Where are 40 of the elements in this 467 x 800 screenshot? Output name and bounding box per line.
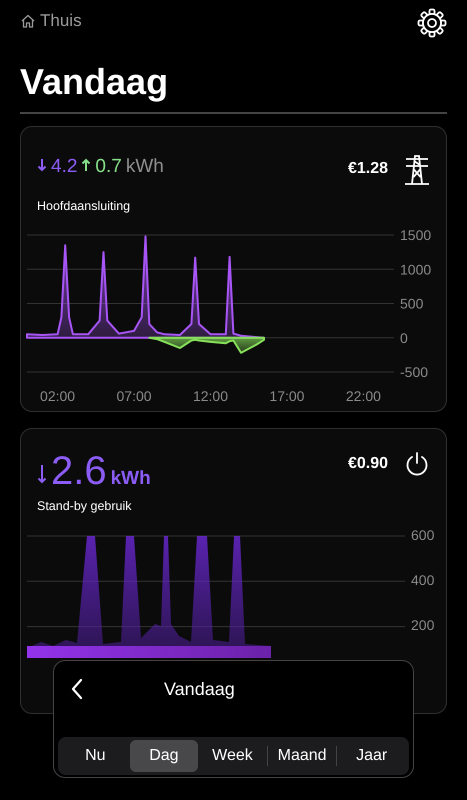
price-label: €0.90 bbox=[348, 454, 388, 474]
axis-label: 17:00 bbox=[269, 388, 304, 404]
axis-label: 22:00 bbox=[346, 388, 381, 404]
axis-label: 02:00 bbox=[40, 388, 76, 404]
period-tab[interactable]: Maand bbox=[268, 740, 336, 772]
axis-label: -500 bbox=[400, 364, 428, 380]
home-icon bbox=[20, 12, 36, 29]
card-label: Stand-by gebruik bbox=[37, 498, 133, 516]
back-icon bbox=[70, 678, 84, 700]
arrow-down-icon bbox=[37, 464, 47, 484]
period-tab[interactable]: Week bbox=[198, 740, 267, 772]
axis-label: 500 bbox=[400, 295, 424, 312]
axis-label: 0 bbox=[400, 330, 408, 346]
power-pylon-icon bbox=[404, 152, 430, 185]
period-tab[interactable]: Jaar bbox=[337, 740, 406, 772]
axis-label: 400 bbox=[411, 571, 434, 590]
back-button[interactable] bbox=[70, 678, 84, 700]
unit-label: kWh bbox=[110, 466, 151, 491]
settings-icon bbox=[417, 8, 447, 38]
price-label: €1.28 bbox=[348, 158, 388, 179]
axis-label: 1500 bbox=[400, 226, 432, 243]
axis-label: 07:00 bbox=[116, 388, 152, 404]
import-value: 4.2 bbox=[51, 154, 78, 179]
arrow-up-icon bbox=[81, 158, 92, 172]
axis-label: 12:00 bbox=[192, 388, 228, 404]
card-label: Hoofdaansluiting bbox=[37, 198, 132, 216]
axis-label: 200 bbox=[411, 616, 434, 634]
settings-button[interactable] bbox=[417, 8, 447, 38]
export-value: 0.7 bbox=[95, 154, 122, 179]
period-tab[interactable]: Dag bbox=[130, 740, 198, 772]
arrow-down-icon bbox=[37, 158, 47, 172]
page-title: Vandaag bbox=[20, 62, 170, 102]
axis-label: 1000 bbox=[400, 261, 432, 278]
axis-label: 600 bbox=[411, 526, 434, 544]
import-value: 2.6 bbox=[51, 450, 107, 491]
popup-title: Vandaag bbox=[164, 678, 235, 701]
unit-label: kWh bbox=[126, 154, 164, 179]
period-tab[interactable]: Nu bbox=[61, 740, 130, 772]
breadcrumb-link[interactable]: Thuis bbox=[20, 8, 82, 34]
power-icon bbox=[404, 450, 430, 477]
